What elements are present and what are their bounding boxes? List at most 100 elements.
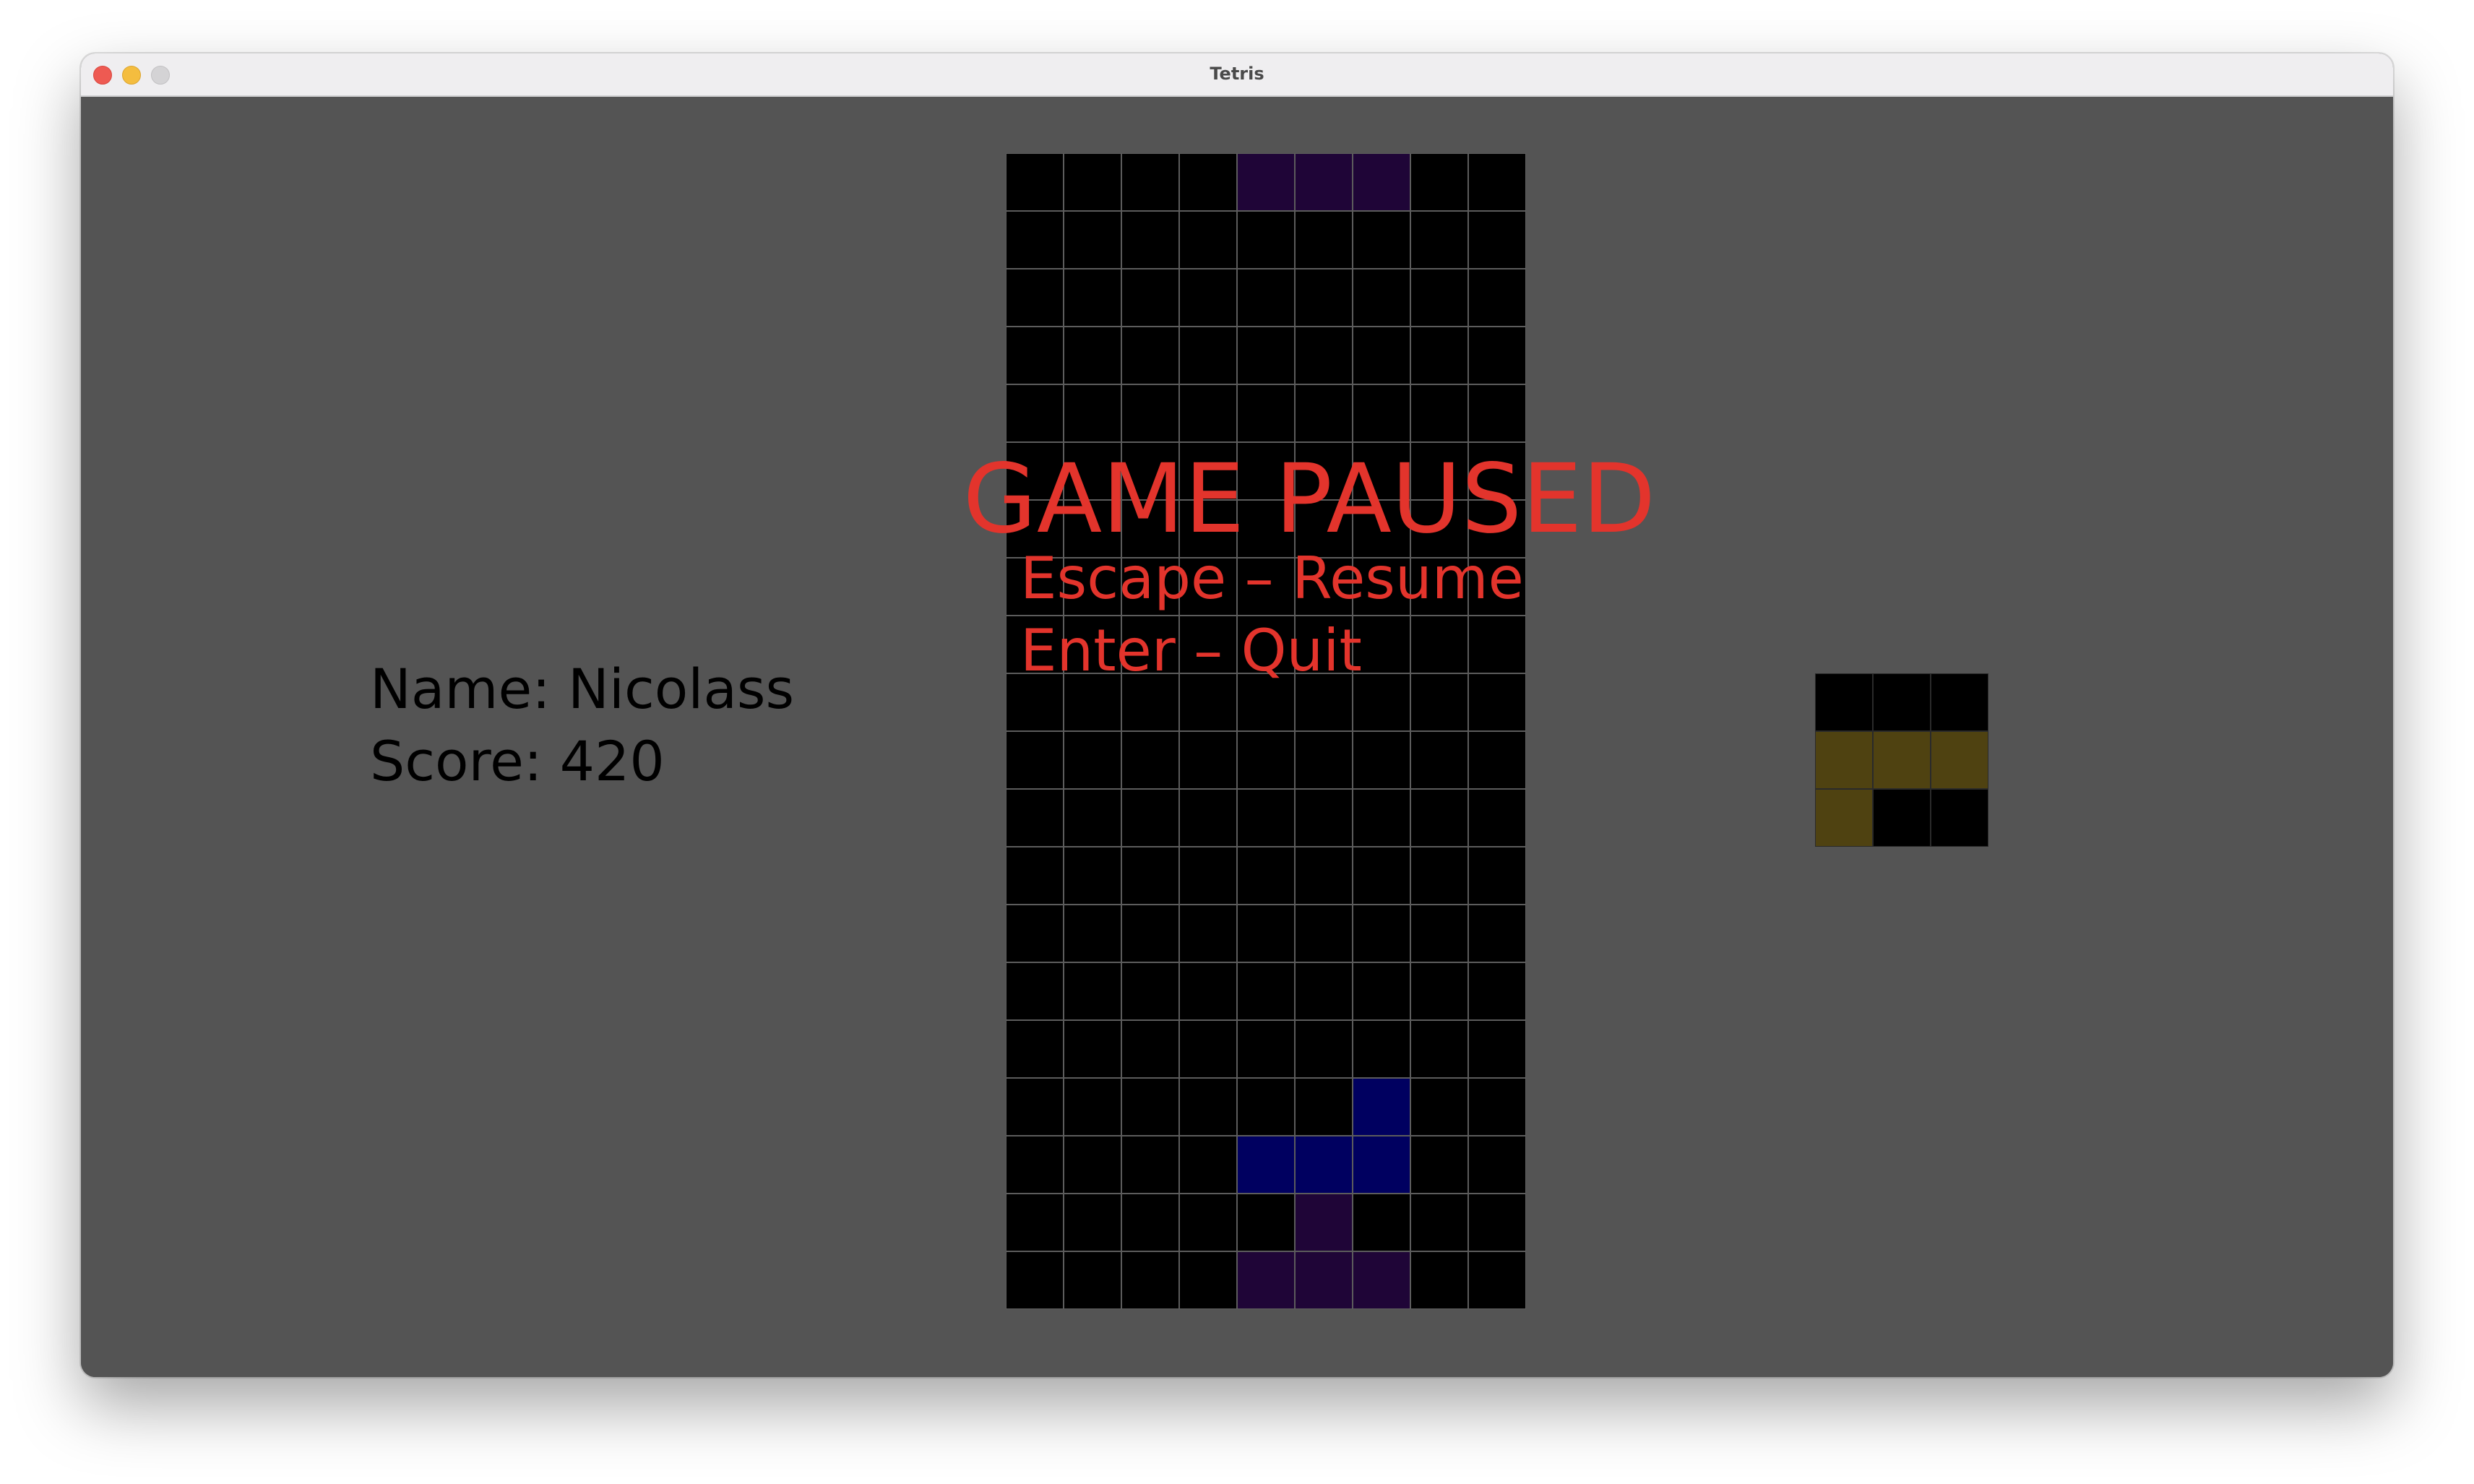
board-cell bbox=[1410, 616, 1468, 673]
board-cell bbox=[1410, 731, 1468, 789]
board-cell bbox=[1295, 327, 1353, 384]
board-cell bbox=[1179, 153, 1237, 211]
board-cell bbox=[1064, 905, 1121, 962]
board-cell bbox=[1295, 269, 1353, 327]
next-piece-preview bbox=[1815, 673, 1988, 847]
board-cell bbox=[1237, 731, 1295, 789]
preview-cell-filled bbox=[1931, 731, 1988, 789]
preview-cell bbox=[1873, 673, 1931, 731]
board-cell bbox=[1468, 847, 1526, 905]
board-cell bbox=[1006, 153, 1064, 211]
board-cell bbox=[1353, 731, 1410, 789]
board-cell bbox=[1237, 327, 1295, 384]
board-cell bbox=[1295, 1078, 1353, 1136]
board-cell bbox=[1468, 962, 1526, 1020]
board-cell bbox=[1237, 1078, 1295, 1136]
board-cell bbox=[1064, 847, 1121, 905]
board-cell bbox=[1410, 211, 1468, 269]
board-cell bbox=[1353, 962, 1410, 1020]
board-cell bbox=[1006, 731, 1064, 789]
board-cell bbox=[1064, 153, 1121, 211]
board-cell bbox=[1468, 1078, 1526, 1136]
board-cell bbox=[1006, 1194, 1064, 1251]
board-cell-filled bbox=[1295, 1194, 1353, 1251]
resume-option[interactable]: Escape – Resume bbox=[1020, 545, 1524, 612]
board-cell bbox=[1295, 905, 1353, 962]
board-cell bbox=[1468, 616, 1526, 673]
board-cell bbox=[1353, 384, 1410, 442]
board-cell bbox=[1006, 269, 1064, 327]
board-cell bbox=[1468, 1194, 1526, 1251]
board-cell bbox=[1468, 1251, 1526, 1309]
board-cell bbox=[1410, 384, 1468, 442]
board-cell bbox=[1353, 211, 1410, 269]
board-cell bbox=[1410, 962, 1468, 1020]
board-cell bbox=[1006, 327, 1064, 384]
board-cell bbox=[1064, 1078, 1121, 1136]
board-cell bbox=[1179, 731, 1237, 789]
board-cell bbox=[1121, 905, 1179, 962]
board-cell bbox=[1295, 962, 1353, 1020]
board-cell bbox=[1179, 1194, 1237, 1251]
board-cell-filled bbox=[1237, 153, 1295, 211]
board-cell bbox=[1179, 327, 1237, 384]
preview-cell bbox=[1873, 789, 1931, 847]
board-cell bbox=[1064, 384, 1121, 442]
title-bar[interactable]: Tetris bbox=[81, 53, 2393, 97]
board-cell bbox=[1121, 731, 1179, 789]
board-cell bbox=[1353, 1020, 1410, 1078]
board-cell bbox=[1006, 1020, 1064, 1078]
board-cell-filled bbox=[1353, 1078, 1410, 1136]
board-cell bbox=[1353, 269, 1410, 327]
board-cell bbox=[1064, 789, 1121, 847]
board-cell-filled bbox=[1295, 1136, 1353, 1194]
preview-cell-filled bbox=[1815, 789, 1873, 847]
board-cell bbox=[1006, 847, 1064, 905]
board-cell bbox=[1410, 1078, 1468, 1136]
game-area[interactable]: Name: Nicolass Score: 420 GAME PAUSED Es… bbox=[81, 97, 2393, 1377]
game-board[interactable] bbox=[1006, 153, 1526, 1309]
board-cell bbox=[1179, 211, 1237, 269]
board-cell-filled bbox=[1353, 153, 1410, 211]
board-cell bbox=[1237, 962, 1295, 1020]
board-cell bbox=[1353, 1194, 1410, 1251]
board-cell bbox=[1179, 1020, 1237, 1078]
board-cell bbox=[1064, 1020, 1121, 1078]
board-cell bbox=[1006, 962, 1064, 1020]
board-cell bbox=[1179, 962, 1237, 1020]
board-cell bbox=[1121, 153, 1179, 211]
board-cell bbox=[1353, 847, 1410, 905]
board-cell-filled bbox=[1353, 1136, 1410, 1194]
board-cell bbox=[1006, 211, 1064, 269]
board-cell bbox=[1468, 384, 1526, 442]
board-cell bbox=[1295, 211, 1353, 269]
board-cell bbox=[1468, 153, 1526, 211]
board-cell bbox=[1237, 905, 1295, 962]
board-cell bbox=[1064, 269, 1121, 327]
board-cell bbox=[1410, 789, 1468, 847]
board-cell bbox=[1410, 1020, 1468, 1078]
player-name: Name: Nicolass bbox=[370, 657, 795, 721]
board-cell bbox=[1410, 327, 1468, 384]
board-cell bbox=[1064, 1136, 1121, 1194]
preview-cell bbox=[1931, 789, 1988, 847]
board-cell bbox=[1121, 1078, 1179, 1136]
board-cell bbox=[1121, 211, 1179, 269]
board-cell bbox=[1295, 847, 1353, 905]
board-cell bbox=[1121, 962, 1179, 1020]
board-cell bbox=[1295, 1020, 1353, 1078]
board-cell bbox=[1179, 269, 1237, 327]
board-cell bbox=[1121, 1136, 1179, 1194]
board-cell bbox=[1410, 1194, 1468, 1251]
board-cell bbox=[1353, 905, 1410, 962]
board-cell bbox=[1353, 789, 1410, 847]
board-cell bbox=[1468, 211, 1526, 269]
board-cell bbox=[1410, 153, 1468, 211]
board-cell bbox=[1064, 731, 1121, 789]
board-cell bbox=[1064, 1251, 1121, 1309]
board-cell bbox=[1468, 731, 1526, 789]
player-score: Score: 420 bbox=[370, 729, 665, 793]
preview-cell-filled bbox=[1815, 731, 1873, 789]
quit-option[interactable]: Enter – Quit bbox=[1020, 617, 1362, 684]
board-cell bbox=[1121, 269, 1179, 327]
